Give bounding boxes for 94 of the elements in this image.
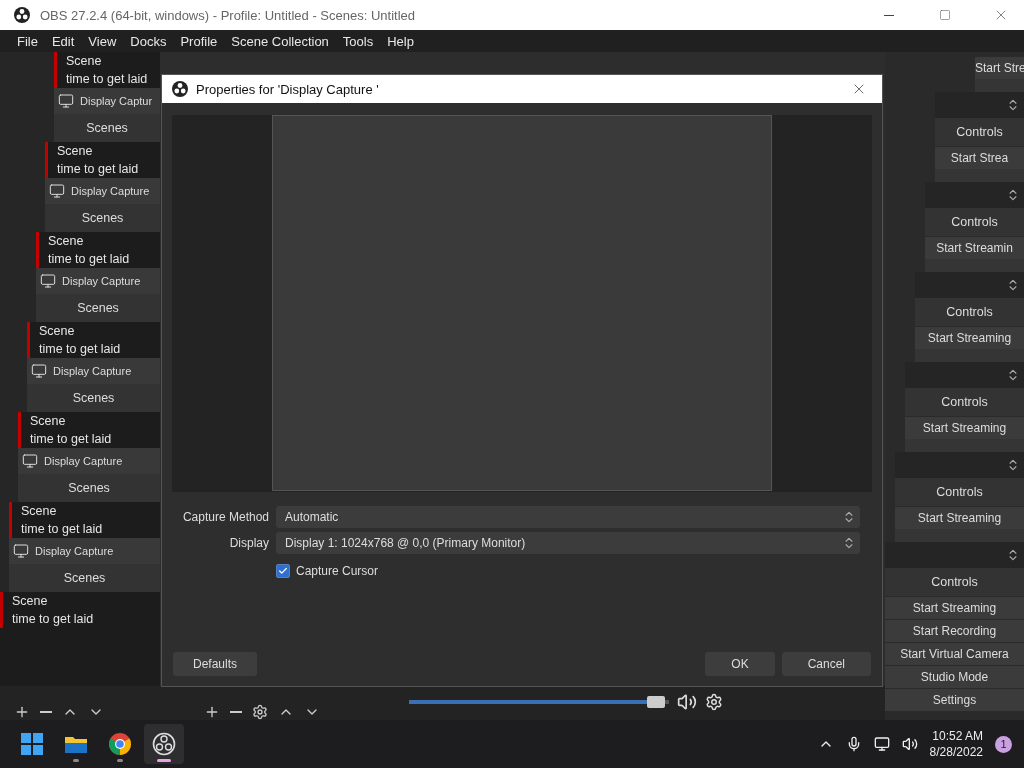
dock-header: Controls bbox=[935, 118, 1024, 146]
scene-item[interactable]: Scene bbox=[39, 322, 160, 340]
app-logo-icon bbox=[152, 732, 176, 756]
maximize-icon bbox=[939, 9, 951, 21]
dock-header: Scenes bbox=[18, 474, 160, 502]
source-item[interactable]: Display Capture bbox=[9, 538, 160, 564]
source-item[interactable]: Display Capture bbox=[36, 268, 160, 294]
scene-item[interactable]: Scene bbox=[21, 502, 160, 520]
source-item[interactable]: Display Capture bbox=[45, 178, 160, 204]
slider-thumb[interactable] bbox=[647, 696, 665, 708]
scene-item[interactable]: time to get laid bbox=[30, 430, 160, 448]
field-label: Capture Method bbox=[181, 510, 269, 524]
dock-header: Controls bbox=[905, 388, 1024, 416]
dialog-button[interactable]: Cancel bbox=[781, 652, 871, 676]
spin-box[interactable] bbox=[925, 182, 1024, 208]
control-button[interactable]: Start Streaming bbox=[885, 597, 1024, 619]
scene-item[interactable]: Scene bbox=[66, 52, 160, 70]
menu-item[interactable]: File bbox=[10, 30, 45, 52]
scene-item[interactable]: Scene bbox=[30, 412, 160, 430]
check-icon bbox=[278, 566, 288, 576]
menu-item[interactable]: Help bbox=[380, 30, 421, 52]
scene-item[interactable]: Scene bbox=[48, 232, 160, 250]
control-button[interactable]: Start Virtual Camera bbox=[885, 643, 1024, 665]
scene-item[interactable]: time to get laid bbox=[66, 70, 160, 88]
clock-time: 10:52 AM bbox=[932, 728, 983, 744]
control-button[interactable]: Start Strea bbox=[935, 147, 1024, 169]
monitor-icon bbox=[873, 736, 890, 752]
dock-header: Scenes bbox=[27, 384, 160, 412]
window-title: OBS 27.2.4 (64-bit, windows) - Profile: Untitled - Scenes: Untitled bbox=[40, 7, 416, 23]
app-logo-icon bbox=[172, 81, 188, 97]
control-button[interactable]: Start Recording bbox=[885, 620, 1024, 642]
dock-header: Scenes bbox=[45, 204, 160, 232]
dialog-button[interactable]: OK bbox=[705, 652, 775, 676]
dock-header: Scenes bbox=[54, 114, 160, 142]
dock-header: Controls bbox=[885, 568, 1024, 596]
dock-header: Scenes bbox=[9, 564, 160, 592]
scene-item[interactable]: time to get laid bbox=[39, 340, 160, 358]
control-button[interactable]: Settings bbox=[885, 689, 1024, 711]
monitor-icon bbox=[31, 363, 47, 379]
spin-box[interactable] bbox=[895, 452, 1024, 478]
dropdown[interactable]: Automatic bbox=[276, 506, 860, 528]
add-icon bbox=[14, 704, 30, 720]
taskbar-app[interactable] bbox=[144, 724, 184, 764]
dock-header: Controls bbox=[925, 208, 1024, 236]
minimize-icon bbox=[884, 14, 894, 16]
scene-item[interactable]: Scene bbox=[12, 592, 160, 610]
menu-item[interactable]: Scene Collection bbox=[224, 30, 336, 52]
dropdown[interactable]: Display 1: 1024x768 @ 0,0 (Primary Monitor) bbox=[276, 532, 860, 554]
monitor-icon bbox=[58, 93, 74, 109]
scene-item[interactable]: time to get laid bbox=[12, 610, 160, 628]
spin-box[interactable] bbox=[915, 272, 1024, 298]
dock-header: Scenes bbox=[36, 294, 160, 322]
scene-item[interactable]: time to get laid bbox=[57, 160, 160, 178]
dock-header: Controls bbox=[915, 298, 1024, 326]
add-icon bbox=[204, 704, 220, 720]
monitor-icon bbox=[40, 273, 56, 289]
menu-item[interactable]: Docks bbox=[123, 30, 174, 52]
menu-item[interactable]: Tools bbox=[335, 30, 381, 52]
browser-icon bbox=[109, 733, 131, 755]
spin-box[interactable] bbox=[885, 542, 1024, 568]
control-button[interactable]: Studio Mode bbox=[885, 666, 1024, 688]
control-button[interactable]: Start Streaming bbox=[915, 327, 1024, 349]
monitor-icon bbox=[49, 183, 65, 199]
control-button[interactable]: Start Streaming bbox=[895, 507, 1024, 529]
spin-box[interactable] bbox=[905, 362, 1024, 388]
checkbox[interactable] bbox=[276, 564, 290, 578]
control-button[interactable]: Start Streaming bbox=[905, 417, 1024, 439]
menu-item[interactable]: Profile bbox=[173, 30, 225, 52]
menu-item[interactable]: Edit bbox=[44, 30, 82, 52]
scene-item[interactable]: time to get laid bbox=[48, 250, 160, 268]
checkbox-label: Capture Cursor bbox=[296, 564, 379, 578]
settings-icon bbox=[705, 693, 723, 711]
dock-header: Controls bbox=[895, 478, 1024, 506]
clock-date: 8/28/2022 bbox=[929, 744, 983, 760]
control-button[interactable]: Start Streamin bbox=[925, 237, 1024, 259]
scene-item[interactable]: Scene bbox=[57, 142, 160, 160]
folder-icon bbox=[64, 734, 88, 754]
dialog-button[interactable]: Defaults bbox=[173, 652, 258, 676]
windows-icon bbox=[21, 733, 43, 755]
monitor-icon bbox=[22, 453, 38, 469]
dialog-title: Properties for 'Display Capture ' bbox=[196, 81, 380, 97]
monitor-icon bbox=[13, 543, 29, 559]
notification-badge[interactable]: 1 bbox=[995, 735, 1012, 753]
speaker-icon bbox=[677, 692, 697, 712]
scene-item[interactable]: time to get laid bbox=[21, 520, 160, 538]
menu-item[interactable]: View bbox=[81, 30, 124, 52]
source-item[interactable]: Display Capture bbox=[27, 358, 160, 384]
spin-box[interactable] bbox=[935, 92, 1024, 118]
source-item[interactable]: Display Capture bbox=[18, 448, 160, 474]
source-item[interactable]: Display Captur bbox=[54, 88, 160, 114]
field-label: Display bbox=[228, 536, 269, 550]
speaker-icon bbox=[901, 736, 918, 752]
app-logo-icon bbox=[14, 7, 30, 23]
settings-icon bbox=[252, 704, 268, 720]
